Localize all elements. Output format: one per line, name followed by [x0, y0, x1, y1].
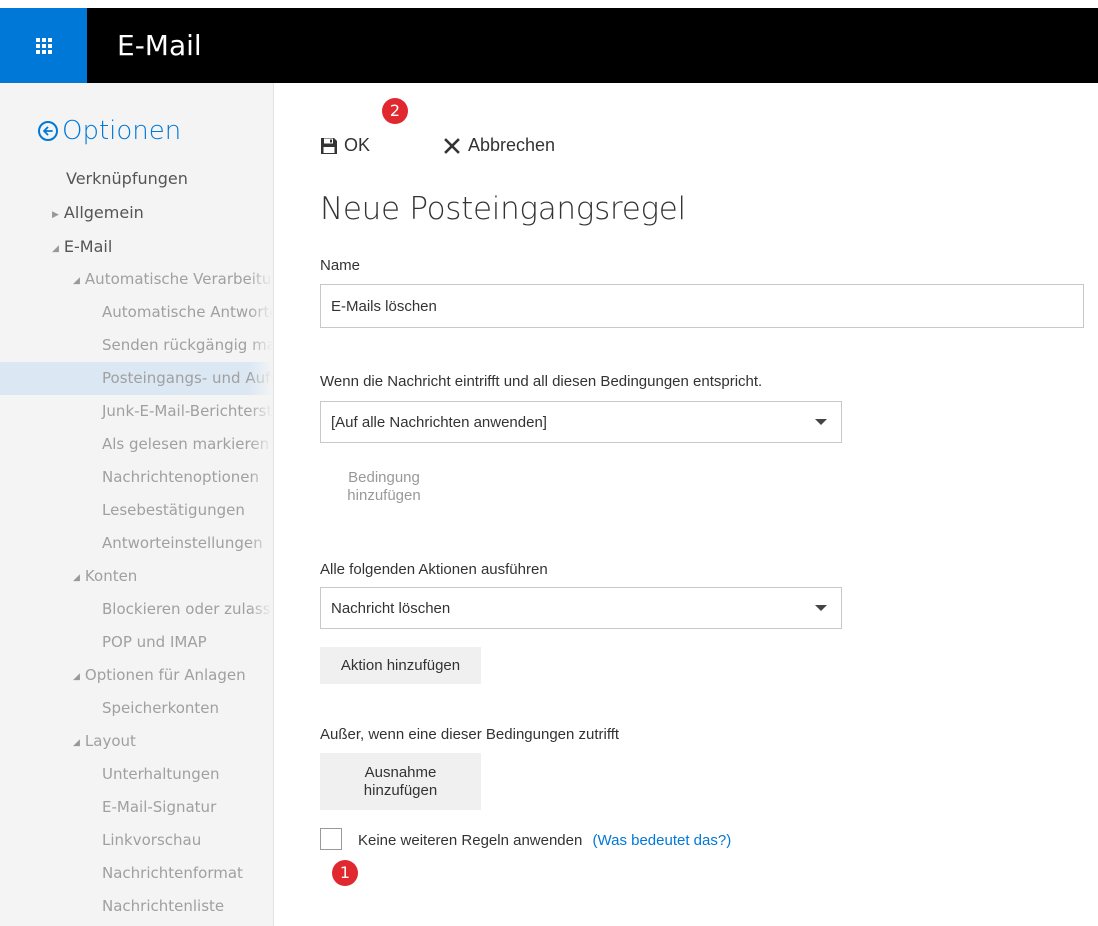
conditions-label: Wenn die Nachricht eintrifft und all die… — [320, 373, 763, 390]
action-select-value: Nachricht löschen — [331, 599, 451, 617]
sidebar-item-unterhaltungen[interactable]: Unterhaltungen — [102, 765, 220, 783]
sidebar-item-linkvorschau[interactable]: Linkvorschau — [102, 831, 201, 849]
sidebar-item-konten[interactable]: ◢ Konten — [73, 567, 137, 585]
action-select[interactable]: Nachricht löschen — [320, 587, 842, 629]
app-title: E-Mail — [117, 29, 202, 62]
condition-select-value: [Auf alle Nachrichten anwenden] — [331, 413, 547, 431]
sidebar-item-pop-imap[interactable]: POP und IMAP — [102, 633, 207, 651]
help-link[interactable]: (Was bedeutet das?) — [593, 832, 732, 849]
actions-label: Alle folgenden Aktionen ausführen — [320, 561, 548, 578]
sidebar-item-nachrichtenoptionen[interactable]: Nachrichtenoptionen — [102, 468, 259, 486]
annotation-badge-2: 2 — [382, 98, 408, 124]
add-exception-button[interactable]: Ausnahme hinzufügen — [320, 753, 481, 810]
sidebar-item-email[interactable]: ◢ E-Mail — [52, 237, 112, 256]
sidebar-fade — [249, 83, 273, 926]
back-arrow-circle-icon — [38, 121, 58, 141]
collapse-down-icon: ◢ — [73, 738, 80, 748]
expand-right-icon: ▶ — [52, 210, 59, 220]
annotation-badge-1: 1 — [332, 860, 358, 886]
sidebar-item-lesebestaetigungen[interactable]: Lesebestätigungen — [102, 501, 245, 519]
close-x-icon — [444, 137, 460, 154]
exceptions-label: Außer, wenn eine dieser Bedingungen zutr… — [320, 726, 620, 743]
sidebar-item-optionen-anlagen[interactable]: ◢ Optionen für Anlagen — [73, 666, 246, 684]
condition-select[interactable]: [Auf alle Nachrichten anwenden] — [320, 401, 842, 443]
options-sidebar: Optionen Verknüpfungen ▶ Allgemein ◢ E-Mai… — [0, 83, 274, 926]
sidebar-item-allgemein[interactable]: ▶ Allgemein — [52, 203, 144, 222]
collapse-down-icon: ◢ — [52, 244, 59, 254]
sidebar-item-antworteinstellungen[interactable]: Antworteinstellungen — [102, 534, 263, 552]
page-title: Neue Posteingangsregel — [320, 191, 686, 227]
collapse-down-icon: ◢ — [73, 573, 80, 583]
stop-rules-label: Keine weiteren Regeln anwenden — [358, 832, 583, 849]
add-condition-button[interactable]: Bedingung hinzufügen — [344, 469, 424, 505]
top-bar: E-Mail — [0, 8, 1098, 83]
add-action-button[interactable]: Aktion hinzufügen — [320, 647, 481, 684]
sidebar-item-verknuepfungen[interactable]: Verknüpfungen — [66, 169, 188, 188]
sidebar-item-automatische-antworten[interactable]: Automatische Antworten — [102, 303, 273, 321]
name-label: Name — [320, 257, 361, 274]
collapse-down-icon: ◢ — [73, 672, 80, 682]
cancel-button[interactable]: Abbrechen — [444, 135, 555, 156]
rule-editor-panel: OK 2 Abbrechen Neue Posteingangsregel Na… — [274, 83, 1098, 926]
sidebar-item-nachrichtenformat[interactable]: Nachrichtenformat — [102, 864, 243, 882]
sidebar-item-senden-rueckgaengig[interactable]: Senden rückgängig machen — [102, 336, 273, 354]
sidebar-item-nachrichtenliste[interactable]: Nachrichtenliste — [102, 897, 224, 915]
dropdown-caret-icon — [815, 419, 827, 425]
save-disk-icon — [320, 137, 338, 155]
stop-rules-label-row: Keine weiteren Regeln anwenden (Was bede… — [358, 832, 731, 849]
sidebar-item-layout[interactable]: ◢ Layout — [73, 732, 136, 750]
back-link-label: Optionen — [62, 116, 182, 146]
ok-button[interactable]: OK — [320, 135, 370, 156]
app-launcher-button[interactable] — [0, 8, 87, 83]
stop-rules-checkbox[interactable] — [320, 828, 342, 850]
waffle-grid-icon — [35, 37, 52, 54]
dropdown-caret-icon — [815, 605, 827, 611]
sidebar-item-speicherkonten[interactable]: Speicherkonten — [102, 699, 219, 717]
sidebar-item-junk-email[interactable]: Junk-E-Mail-Berichterstattung — [102, 402, 273, 420]
sidebar-item-posteingangsregeln[interactable]: Posteingangs- und Aufräumregeln — [102, 369, 273, 387]
sidebar-item-automatische-verarbeitung[interactable]: ◢ Automatische Verarbeitung — [73, 270, 273, 288]
sidebar-item-als-gelesen[interactable]: Als gelesen markieren — [102, 435, 269, 453]
back-to-options-link[interactable]: Optionen — [38, 116, 181, 146]
collapse-down-icon: ◢ — [73, 276, 80, 286]
sidebar-item-blockieren[interactable]: Blockieren oder zulassen — [102, 600, 273, 618]
sidebar-item-email-signatur[interactable]: E-Mail-Signatur — [102, 798, 216, 816]
rule-name-input[interactable] — [320, 284, 1084, 328]
